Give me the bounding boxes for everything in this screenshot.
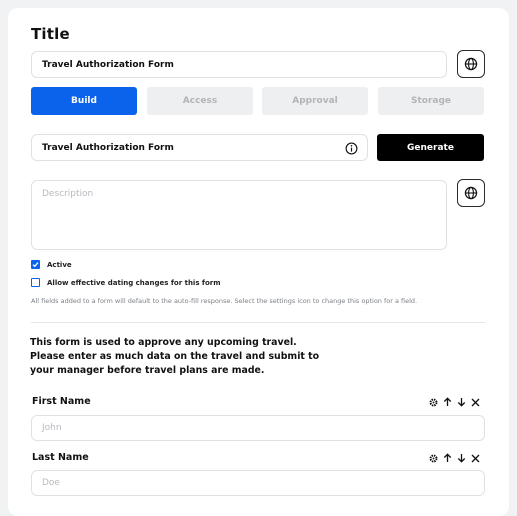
tab-storage[interactable]: Storage [378,87,484,115]
active-checkbox[interactable] [31,260,40,269]
generate-button[interactable]: Generate [377,134,484,161]
form-card: Title Travel Authorization Form Build Ac… [8,8,509,516]
effective-dating-checkbox[interactable] [31,278,40,287]
first-name-input[interactable]: John [31,415,485,441]
title-translate-button[interactable] [457,50,485,78]
gear-icon[interactable] [429,454,438,463]
checkmark-icon [32,262,39,268]
first-name-placeholder: John [42,423,62,433]
arrow-down-icon[interactable] [457,453,466,463]
globe-icon [464,186,478,200]
globe-icon [464,57,478,71]
auto-fill-note: All fields added to a form will default … [31,297,418,305]
last-name-placeholder: Doe [42,478,60,488]
description-input[interactable]: Description [31,180,447,250]
effective-dating-label: Allow effective dating changes for this … [47,279,221,287]
close-icon[interactable] [471,454,480,463]
tab-approval[interactable]: Approval [262,87,368,115]
gear-icon[interactable] [429,398,438,407]
active-label: Active [47,261,72,269]
description-placeholder: Description [42,189,94,199]
form-name-value: Travel Authorization Form [42,142,174,153]
title-heading: Title [31,25,70,43]
info-icon[interactable] [345,142,358,155]
last-name-label: Last Name [32,452,89,463]
divider [31,322,485,323]
last-name-input[interactable]: Doe [31,470,485,496]
last-name-tools [429,453,480,463]
close-icon[interactable] [471,398,480,407]
form-name-input[interactable]: Travel Authorization Form [31,134,368,161]
arrow-up-icon[interactable] [443,397,452,407]
tab-access[interactable]: Access [147,87,253,115]
description-translate-button[interactable] [457,179,485,207]
tab-build[interactable]: Build [31,87,137,115]
first-name-tools [429,397,480,407]
first-name-label: First Name [32,396,91,407]
arrow-down-icon[interactable] [457,397,466,407]
arrow-up-icon[interactable] [443,453,452,463]
title-input[interactable]: Travel Authorization Form [31,51,447,78]
form-intro-text: This form is used to approve any upcomin… [30,337,320,376]
